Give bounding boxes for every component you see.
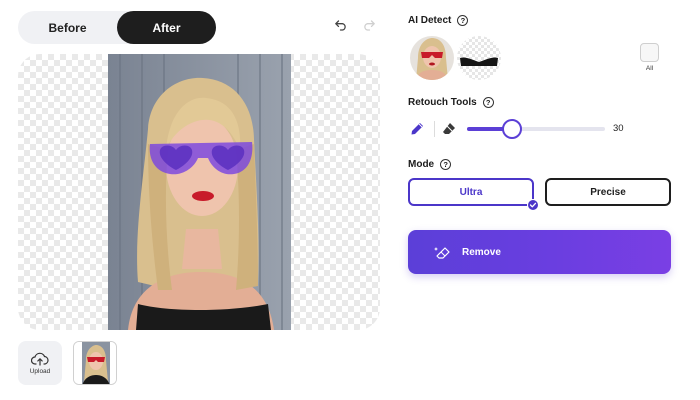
image-thumbnail[interactable] — [73, 341, 117, 385]
tool-divider — [434, 121, 435, 137]
ai-detect-title: AI Detect — [408, 15, 452, 26]
check-icon — [529, 202, 537, 208]
before-after-toggle: Before After — [18, 11, 216, 44]
select-all-label: All — [645, 65, 654, 72]
mode-title: Mode — [408, 159, 435, 170]
mode-precise-button[interactable]: Precise — [545, 178, 671, 206]
retouch-tools-title: Retouch Tools — [408, 97, 477, 108]
mode-heading: Mode ? — [408, 159, 452, 170]
redo-button[interactable] — [359, 15, 379, 35]
upload-button[interactable]: Upload — [18, 341, 62, 385]
after-tab[interactable]: After — [117, 11, 216, 44]
retouch-tools-heading: Retouch Tools ? — [408, 97, 494, 108]
brush-tool[interactable] — [408, 120, 426, 138]
redo-icon — [364, 20, 375, 31]
undo-button[interactable] — [331, 15, 351, 35]
detect-item-person[interactable] — [410, 36, 454, 80]
select-all-checkbox[interactable] — [640, 43, 659, 62]
eraser-tool[interactable] — [440, 120, 458, 138]
brush-size-thumb[interactable] — [502, 119, 522, 139]
before-tab[interactable]: Before — [18, 11, 117, 44]
remove-button[interactable]: Remove — [408, 230, 671, 274]
remove-sparkle-icon — [434, 247, 450, 259]
detect-item-clothing[interactable] — [457, 36, 501, 80]
selected-check-badge — [527, 199, 539, 211]
help-icon[interactable]: ? — [457, 15, 469, 26]
undo-icon — [335, 20, 346, 31]
eraser-icon — [443, 123, 455, 134]
brush-size-value: 30 — [613, 123, 624, 134]
preview-canvas[interactable] — [18, 54, 380, 330]
remove-label: Remove — [462, 246, 501, 258]
help-icon[interactable]: ? — [440, 159, 452, 170]
brush-icon — [411, 123, 423, 135]
ai-detect-heading: AI Detect ? — [408, 15, 469, 26]
mode-ultra-button[interactable]: Ultra — [408, 178, 534, 206]
result-photo — [108, 54, 291, 330]
upload-cloud-icon — [31, 352, 49, 366]
help-icon[interactable]: ? — [482, 97, 494, 108]
upload-label: Upload — [29, 367, 51, 375]
